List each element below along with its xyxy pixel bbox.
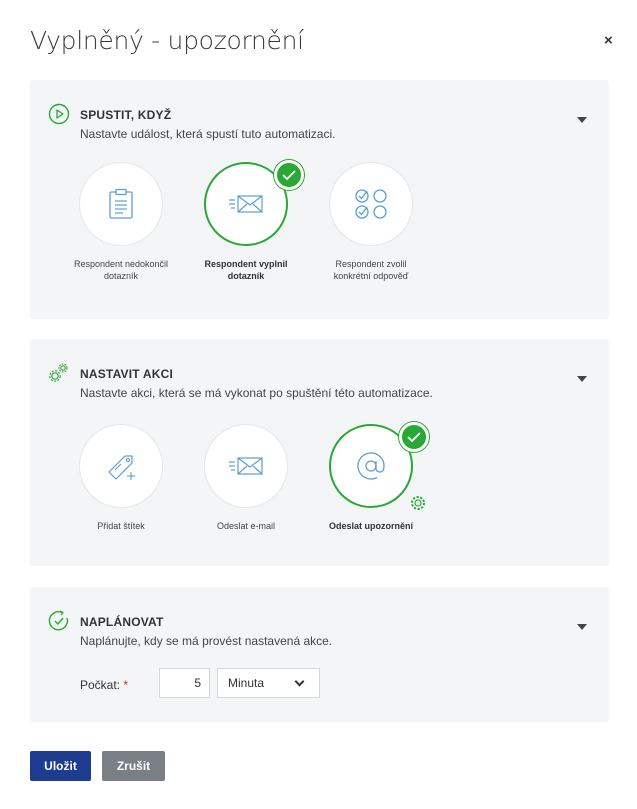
option-label: Respondent zvolil konkrétní odpověď	[333, 259, 409, 281]
option-label: Odeslat e-mail	[216, 521, 276, 531]
choice-options-icon	[355, 189, 387, 219]
clock-check-icon	[48, 610, 69, 631]
schedule-title: NAPLÁNOVAT	[80, 615, 164, 629]
trigger-section: SPUSTIT, KDYŽ Nastavte událost, která sp…	[30, 80, 609, 319]
chevron-down-icon[interactable]	[577, 624, 587, 630]
option-label: Respondent nedokončil dotazník	[73, 259, 169, 281]
trigger-description: Nastavte událost, která spustí tuto auto…	[80, 127, 336, 141]
gears-icon	[49, 363, 68, 382]
selected-check-icon	[399, 422, 429, 452]
wait-value-input[interactable]	[159, 668, 210, 698]
close-icon[interactable]: ×	[604, 32, 613, 49]
save-button[interactable]: Uložit	[30, 751, 91, 781]
chevron-down-icon	[294, 676, 305, 687]
trigger-option-not-completed[interactable]: Respondent nedokončil dotazník	[66, 162, 176, 282]
settings-gear-icon[interactable]	[409, 494, 427, 512]
required-mark: *	[123, 678, 129, 692]
action-option-add-tag[interactable]: Přidat štítek	[66, 424, 176, 532]
option-circle[interactable]	[79, 162, 163, 246]
trigger-option-completed[interactable]: Respondent vyplnil dotazník	[191, 160, 304, 282]
action-option-send-notification[interactable]: Odeslat upozornění	[316, 422, 429, 532]
envelope-send-icon	[229, 195, 263, 213]
chevron-down-icon[interactable]	[577, 117, 587, 123]
unit-select[interactable]: Minuta	[217, 668, 320, 698]
option-circle[interactable]	[329, 162, 413, 246]
action-section: NASTAVIT AKCI Nastavte akci, která se má…	[30, 339, 609, 566]
trigger-option-specific-answer[interactable]: Respondent zvolil konkrétní odpověď	[316, 162, 426, 282]
schedule-section: NAPLÁNOVAT Naplánujte, kdy se má provést…	[30, 587, 609, 722]
play-circle-icon	[48, 103, 70, 125]
option-label: Respondent vyplnil dotazník	[204, 259, 288, 281]
action-option-send-email[interactable]: Odeslat e-mail	[191, 424, 301, 532]
envelope-send-icon	[229, 457, 263, 475]
tag-add-icon	[108, 455, 135, 480]
option-circle-selected[interactable]	[329, 422, 429, 510]
option-circle[interactable]	[204, 424, 288, 508]
option-label: Odeslat upozornění	[328, 521, 413, 531]
chevron-down-icon[interactable]	[577, 376, 587, 382]
wait-label-text: Počkat:	[80, 678, 121, 692]
at-sign-icon	[357, 452, 385, 480]
selected-check-icon	[274, 160, 304, 190]
unit-select-value: Minuta	[228, 676, 265, 690]
clipboard-icon	[109, 188, 133, 219]
action-title: NASTAVIT AKCI	[80, 367, 174, 381]
option-label: Přidat štítek	[97, 521, 145, 531]
option-circle-selected[interactable]	[204, 160, 304, 246]
wait-label: Počkat: *	[80, 678, 128, 692]
trigger-title: SPUSTIT, KDYŽ	[80, 108, 172, 122]
schedule-description: Naplánujte, kdy se má provést nastavená …	[80, 634, 333, 648]
cancel-button[interactable]: Zrušit	[102, 751, 165, 781]
dialog-title: Vyplněný - upozornění	[30, 26, 304, 55]
action-description: Nastavte akci, která se má vykonat po sp…	[80, 386, 433, 400]
option-circle[interactable]	[79, 424, 163, 508]
